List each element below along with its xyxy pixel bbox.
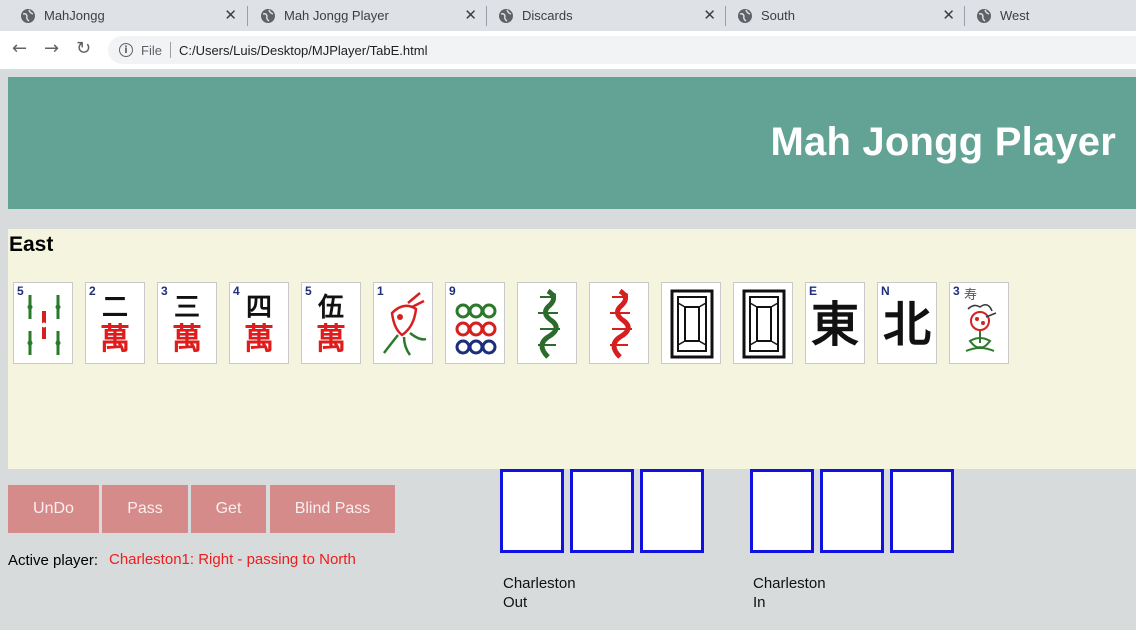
tile-east-wind[interactable]: E 東 (805, 282, 865, 364)
tile-index: N (881, 284, 890, 298)
tab-label: South (761, 8, 795, 23)
bird-icon (383, 292, 427, 356)
tile-numeral: 四 (245, 293, 272, 323)
tab-discards[interactable]: Discards ✕ (478, 0, 726, 31)
tile-flower-3[interactable]: 3 寿 (949, 282, 1009, 364)
tile-white-dragon[interactable] (661, 282, 721, 364)
tile-3-crak[interactable]: 3 三 萬 (157, 282, 217, 364)
tile-5-bamboo[interactable]: 5 (13, 282, 73, 364)
scheme-label: File (141, 42, 162, 58)
wan-character: 萬 (172, 322, 202, 357)
tile-green-dragon[interactable] (517, 282, 577, 364)
browser-tab-bar: MahJongg ✕ Mah Jongg Player ✕ Discards ✕… (0, 0, 1136, 31)
caption-line: Out (503, 594, 528, 611)
tab-label: Mah Jongg Player (284, 8, 389, 23)
tab-mahjongg[interactable]: MahJongg ✕ (0, 0, 247, 31)
globe-icon (976, 8, 992, 24)
tab-label: Discards (522, 8, 573, 23)
tile-1-bamboo[interactable]: 1 (373, 282, 433, 364)
tab-mah-jongg-player[interactable]: Mah Jongg Player ✕ (240, 0, 487, 31)
tile-red-dragon[interactable] (589, 282, 649, 364)
browser-toolbar: ← → ↻ i File C:/Users/Luis/Desktop/MJPla… (0, 31, 1136, 70)
caption-line: Charleston (753, 575, 826, 592)
charleston-out-caption: Charleston Out (503, 574, 576, 612)
close-tab-icon[interactable]: ✕ (942, 7, 955, 23)
wan-character: 萬 (316, 322, 346, 357)
tile-north-wind[interactable]: N 北 (877, 282, 937, 364)
forward-arrow-icon[interactable]: → (44, 39, 59, 59)
tab-south[interactable]: South ✕ (717, 0, 965, 31)
charleston-out-slot[interactable] (500, 469, 564, 553)
tab-west[interactable]: West (956, 0, 1136, 31)
charleston-out-slot[interactable] (570, 469, 634, 553)
active-player-label: Active player: (8, 552, 99, 569)
player-hand-panel: East 5 2 二 萬 3 三 萬 4 四 萬 5 伍 萬 1 9 E 東 N… (8, 229, 1136, 469)
tab-label: MahJongg (44, 8, 105, 23)
app-header: Mah Jongg Player (8, 77, 1136, 209)
info-icon[interactable]: i (119, 43, 133, 57)
wan-character: 萬 (244, 322, 274, 357)
charleston-in-slot[interactable] (890, 469, 954, 553)
globe-icon (737, 8, 753, 24)
charleston-in-slot[interactable] (820, 469, 884, 553)
close-tab-icon[interactable]: ✕ (464, 7, 477, 23)
tile-numeral: 伍 (317, 293, 344, 323)
globe-icon (20, 8, 36, 24)
green-dragon-icon (538, 288, 560, 359)
flower-icon (965, 303, 997, 352)
back-arrow-icon[interactable]: ← (12, 39, 27, 59)
red-dragon-icon (610, 288, 632, 359)
dots-icon (455, 303, 497, 355)
caption-line: In (753, 594, 766, 611)
active-player-status: Charleston1: Right - passing to North (109, 551, 356, 568)
charleston-in-caption: Charleston In (753, 574, 826, 612)
caption-line: Charleston (503, 575, 576, 592)
tile-9-dot[interactable]: 9 (445, 282, 505, 364)
seat-title: East (9, 233, 54, 256)
address-bar[interactable]: i File C:/Users/Luis/Desktop/MJPlayer/Ta… (108, 36, 1136, 64)
close-tab-icon[interactable]: ✕ (224, 7, 237, 23)
tile-numeral: 三 (173, 293, 200, 323)
wind-character: 北 (882, 297, 931, 353)
pass-button[interactable]: Pass (102, 485, 188, 533)
get-button[interactable]: Get (191, 485, 266, 533)
charleston-out-slot[interactable] (640, 469, 704, 553)
undo-button[interactable]: UnDo (8, 485, 99, 533)
globe-icon (260, 8, 276, 24)
tile-index: E (809, 284, 818, 298)
app-title: Mah Jongg Player (770, 120, 1116, 164)
globe-icon (498, 8, 514, 24)
url-text[interactable]: C:/Users/Luis/Desktop/MJPlayer/TabE.html (179, 43, 428, 58)
charleston-in-slot[interactable] (750, 469, 814, 553)
tile-numeral: 二 (101, 293, 128, 323)
white-dragon-icon (742, 289, 786, 359)
bamboo-sticks-icon (27, 295, 61, 355)
address-divider (169, 42, 171, 58)
wind-character: 東 (810, 297, 859, 353)
white-dragon-icon (670, 289, 714, 359)
tab-label: West (1000, 8, 1030, 23)
reload-icon[interactable]: ↻ (76, 39, 91, 59)
tile-white-dragon[interactable] (733, 282, 793, 364)
close-tab-icon[interactable]: ✕ (703, 7, 716, 23)
tile-5-crak[interactable]: 5 伍 萬 (301, 282, 361, 364)
blind-pass-button[interactable]: Blind Pass (270, 485, 395, 533)
tile-2-crak[interactable]: 2 二 萬 (85, 282, 145, 364)
tile-4-crak[interactable]: 4 四 萬 (229, 282, 289, 364)
wan-character: 萬 (100, 322, 130, 357)
